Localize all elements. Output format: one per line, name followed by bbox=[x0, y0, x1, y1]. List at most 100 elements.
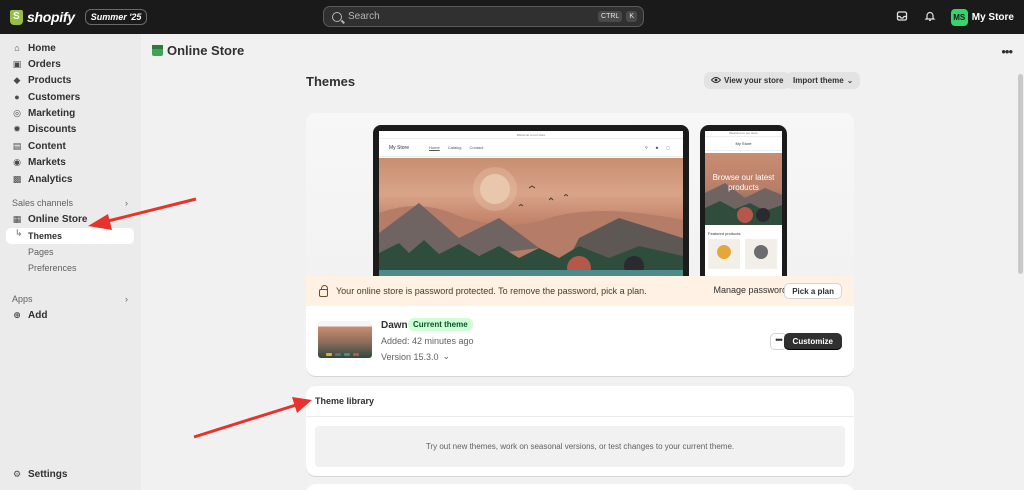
empty-state-text: Try out new themes, work on seasonal ver… bbox=[425, 442, 735, 451]
swatch bbox=[326, 353, 332, 356]
sidebar-item-home[interactable]: ⌂ Home bbox=[6, 40, 134, 56]
theme-color-swatches bbox=[326, 353, 359, 356]
swatch bbox=[335, 353, 341, 356]
sales-channels-header[interactable]: Sales channels › bbox=[12, 198, 128, 208]
pick-plan-button[interactable]: Pick a plan bbox=[784, 283, 842, 299]
preview-store-name: My Store bbox=[389, 144, 410, 151]
product-shape bbox=[754, 245, 768, 259]
sidebar-item-products[interactable]: ◆ Products bbox=[6, 72, 134, 88]
theme-version-toggle[interactable]: Version 15.3.0 ⌄ bbox=[381, 351, 450, 362]
page-scrollbar[interactable] bbox=[1016, 34, 1024, 490]
sidebar-item-orders[interactable]: ▣ Orders bbox=[6, 56, 134, 72]
mobile-hero-image: Browse our latest products bbox=[705, 153, 782, 225]
sidebar-item-label: Customers bbox=[28, 91, 81, 103]
store-name: My Store bbox=[971, 11, 1014, 23]
brand-name: shopify bbox=[27, 9, 75, 25]
chart-icon: ▩ bbox=[12, 173, 22, 184]
sidebar-item-label: Markets bbox=[28, 156, 66, 168]
featured-products-label: Featured products bbox=[708, 231, 741, 236]
product-thumb bbox=[745, 239, 777, 269]
sidebar-item-pages[interactable]: Pages bbox=[6, 244, 134, 260]
inbox-icon[interactable] bbox=[895, 10, 909, 25]
sidebar-item-add-app[interactable]: ⊕ Add bbox=[6, 307, 134, 323]
tree-branch-icon: ↳ bbox=[15, 228, 23, 238]
import-theme-button[interactable]: Import theme ⌄ bbox=[786, 72, 861, 89]
search-icon bbox=[332, 11, 342, 22]
current-theme-row: Dawn Current theme Added: 42 minutes ago… bbox=[306, 306, 854, 376]
theme-name: Dawn bbox=[381, 320, 408, 331]
theme-library-empty-state: Try out new themes, work on seasonal ver… bbox=[315, 426, 845, 467]
person-icon: ● bbox=[14, 92, 20, 102]
sidebar-item-label: Home bbox=[28, 42, 56, 54]
sidebar-item-discounts[interactable]: ✹ Discounts bbox=[6, 121, 134, 137]
top-bar: shopify Summer '25 CTRL K MS My Store bbox=[0, 0, 1024, 34]
desktop-preview: Welcome to our store My Store Home Catal… bbox=[373, 125, 689, 276]
preview-nav-link: Home bbox=[429, 145, 440, 150]
sidebar-item-label: Online Store bbox=[28, 213, 88, 225]
sidebar-item-label: Settings bbox=[28, 468, 68, 480]
sidebar-item-preferences[interactable]: Preferences bbox=[6, 260, 134, 276]
gear-icon: ⚙ bbox=[12, 468, 22, 479]
theme-library-title: Theme library bbox=[315, 396, 375, 406]
online-store-icon bbox=[152, 45, 163, 56]
next-card bbox=[306, 484, 854, 490]
sidebar-item-customers[interactable]: ● Customers bbox=[6, 89, 134, 105]
bell-icon[interactable] bbox=[923, 10, 937, 25]
apps-header[interactable]: Apps › bbox=[12, 294, 128, 304]
swatch bbox=[353, 353, 359, 356]
sidebar-item-analytics[interactable]: ▩ Analytics bbox=[6, 171, 134, 187]
sidebar-item-label: Content bbox=[28, 140, 66, 152]
shopify-bag-icon bbox=[10, 9, 23, 25]
chevron-right-icon: › bbox=[125, 294, 128, 304]
announcement-bar: Welcome to our store bbox=[379, 131, 683, 139]
eye-icon bbox=[710, 76, 722, 86]
ctrl-key: CTRL bbox=[598, 11, 623, 22]
mobile-preview: Welcome to our store My Store Browse our… bbox=[700, 125, 787, 276]
customize-button[interactable]: Customize bbox=[783, 333, 842, 350]
sidebar-item-label: Themes bbox=[28, 231, 63, 241]
orders-icon: ▣ bbox=[12, 58, 22, 69]
more-actions-icon[interactable]: ••• bbox=[1001, 44, 1013, 59]
top-right-controls: MS My Store bbox=[895, 0, 1014, 34]
view-store-button[interactable]: View your store bbox=[704, 72, 791, 89]
page-header: Online Store bbox=[152, 43, 244, 58]
banner-text: Your online store is password protected.… bbox=[336, 286, 647, 296]
preview-nav-link: Catalog bbox=[447, 145, 462, 150]
manage-password-link[interactable]: Manage password bbox=[713, 285, 787, 295]
current-theme-card: Welcome to our store My Store Home Catal… bbox=[306, 113, 854, 376]
tag-icon: ◆ bbox=[13, 74, 21, 85]
section-label: Sales channels bbox=[12, 198, 74, 208]
chevron-right-icon: › bbox=[125, 198, 128, 208]
button-label: Import theme bbox=[793, 76, 844, 85]
theme-added-time: Added: 42 minutes ago bbox=[381, 336, 474, 346]
sidebar-item-label: Products bbox=[28, 74, 72, 86]
themes-title: Themes bbox=[306, 74, 356, 89]
mobile-store-name: My Store bbox=[705, 137, 782, 151]
preview-hero-image bbox=[379, 158, 683, 276]
search-bar[interactable]: CTRL K bbox=[323, 6, 644, 27]
sidebar-item-label: Analytics bbox=[28, 173, 73, 185]
edition-badge[interactable]: Summer '25 bbox=[84, 9, 148, 25]
sidebar-item-markets[interactable]: ◉ Markets bbox=[6, 154, 134, 170]
lock-icon bbox=[319, 284, 328, 297]
product-thumb bbox=[708, 239, 740, 269]
sidebar-item-marketing[interactable]: ◎ Marketing bbox=[6, 105, 134, 121]
store-menu[interactable]: MS My Store bbox=[950, 8, 1014, 26]
sidebar-item-themes[interactable]: ↳ Themes bbox=[6, 228, 134, 244]
k-key: K bbox=[626, 11, 637, 22]
sidebar-item-online-store[interactable]: ▦ Online Store bbox=[6, 211, 134, 227]
product-shape bbox=[717, 245, 731, 259]
password-warning-banner: Your online store is password protected.… bbox=[306, 276, 854, 306]
sidebar-item-settings[interactable]: ⚙ Settings bbox=[6, 466, 134, 482]
sidebar-item-label: Marketing bbox=[28, 107, 76, 119]
section-label: Apps bbox=[12, 294, 33, 304]
sidebar-item-content[interactable]: ▤ Content bbox=[6, 138, 134, 154]
theme-preview[interactable]: Welcome to our store My Store Home Catal… bbox=[306, 113, 854, 276]
search-input[interactable] bbox=[348, 11, 588, 22]
scrollbar-thumb[interactable] bbox=[1018, 74, 1023, 274]
mobile-hero-text: Browse our latest products bbox=[712, 173, 775, 192]
avatar: MS bbox=[950, 8, 968, 26]
shopify-brand[interactable]: shopify Summer '25 bbox=[10, 9, 148, 25]
swatch bbox=[344, 353, 350, 356]
desktop-screen: Welcome to our store My Store Home Catal… bbox=[379, 131, 683, 276]
